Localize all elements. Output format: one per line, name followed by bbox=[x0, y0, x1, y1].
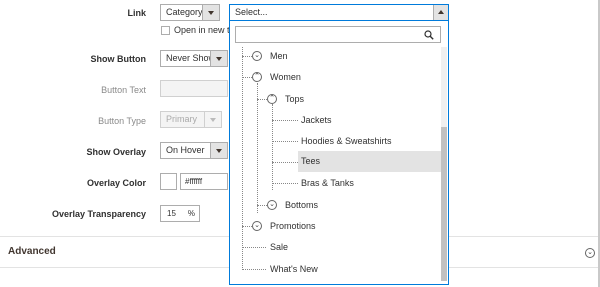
expand-icon[interactable]: ⌄ bbox=[267, 200, 277, 210]
tree-guide bbox=[257, 83, 258, 213]
chevron-up-icon[interactable] bbox=[433, 5, 448, 20]
tree-guide bbox=[242, 269, 266, 270]
category-dropdown-panel: ⌄ Men ⌃ Women ⌃ Tops Jackets Hoodies & S… bbox=[229, 21, 449, 285]
collapse-icon[interactable]: ⌃ bbox=[252, 72, 262, 82]
show-overlay-value: On Hover bbox=[166, 145, 205, 155]
overlay-transparency-label: Overlay Transparency bbox=[51, 209, 146, 219]
overlay-color-swatch[interactable] bbox=[160, 173, 177, 190]
category-search-input[interactable] bbox=[235, 26, 441, 43]
chevron-down-icon[interactable]: ⌄ bbox=[585, 248, 595, 258]
search-icon[interactable] bbox=[424, 30, 434, 40]
category-select-placeholder: Select... bbox=[235, 7, 268, 17]
overlay-color-value: #ffffff bbox=[185, 177, 203, 186]
button-text-input[interactable] bbox=[160, 80, 228, 97]
chevron-down-icon bbox=[210, 51, 227, 66]
show-button-select[interactable]: Never Show bbox=[160, 50, 228, 67]
tree-guide bbox=[272, 162, 298, 163]
tree-guide bbox=[272, 183, 298, 184]
tree-item-bras-tanks[interactable]: Bras & Tanks bbox=[301, 178, 354, 188]
tree-item-tops[interactable]: Tops bbox=[285, 94, 304, 104]
expand-icon[interactable]: ⌄ bbox=[252, 51, 262, 61]
tree-guide bbox=[242, 47, 243, 270]
tree-guide bbox=[272, 120, 298, 121]
chevron-down-icon bbox=[204, 112, 221, 127]
button-type-value: Primary bbox=[166, 114, 197, 124]
tree-item-tees[interactable]: Tees bbox=[298, 151, 441, 172]
category-select[interactable]: Select... bbox=[229, 4, 449, 21]
percent-unit: % bbox=[187, 209, 195, 218]
tree-guide bbox=[272, 141, 298, 142]
overlay-color-input[interactable]: #ffffff bbox=[180, 173, 228, 190]
category-tree: ⌄ Men ⌃ Women ⌃ Tops Jackets Hoodies & S… bbox=[230, 47, 448, 282]
show-button-value: Never Show bbox=[166, 53, 216, 63]
tree-item-bottoms[interactable]: Bottoms bbox=[285, 200, 318, 210]
tree-item-jackets[interactable]: Jackets bbox=[301, 115, 332, 125]
link-type-value: Category bbox=[166, 7, 203, 17]
tree-item-men[interactable]: Men bbox=[270, 51, 288, 61]
collapse-icon[interactable]: ⌃ bbox=[267, 94, 277, 104]
link-type-select[interactable]: Category bbox=[160, 4, 220, 21]
chevron-down-icon bbox=[210, 143, 227, 158]
show-button-label: Show Button bbox=[90, 54, 147, 64]
show-overlay-label: Show Overlay bbox=[86, 147, 146, 157]
button-type-select[interactable]: Primary bbox=[160, 111, 222, 128]
overlay-transparency-value: 15 bbox=[167, 209, 176, 218]
tree-guide bbox=[242, 247, 266, 248]
tree-guide bbox=[272, 104, 273, 190]
overlay-transparency-input[interactable]: 15 % bbox=[160, 205, 200, 222]
overlay-color-label: Overlay Color bbox=[86, 178, 146, 188]
tree-item-women[interactable]: Women bbox=[270, 72, 301, 82]
show-overlay-select[interactable]: On Hover bbox=[160, 142, 228, 159]
button-text-label: Button Text bbox=[101, 85, 146, 95]
tree-item-hoodies-sweatshirts[interactable]: Hoodies & Sweatshirts bbox=[301, 136, 392, 146]
expand-icon[interactable]: ⌄ bbox=[252, 221, 262, 231]
tree-item-promotions[interactable]: Promotions bbox=[270, 221, 316, 231]
button-type-label: Button Type bbox=[98, 116, 146, 126]
advanced-section-title[interactable]: Advanced bbox=[8, 246, 56, 257]
chevron-down-icon bbox=[202, 5, 219, 20]
link-label: Link bbox=[127, 8, 146, 18]
dropdown-scrollbar-thumb[interactable] bbox=[441, 127, 447, 281]
tree-item-sale[interactable]: Sale bbox=[270, 242, 288, 252]
tree-item-whats-new[interactable]: What's New bbox=[270, 264, 318, 274]
open-new-tab-checkbox[interactable] bbox=[161, 26, 170, 35]
